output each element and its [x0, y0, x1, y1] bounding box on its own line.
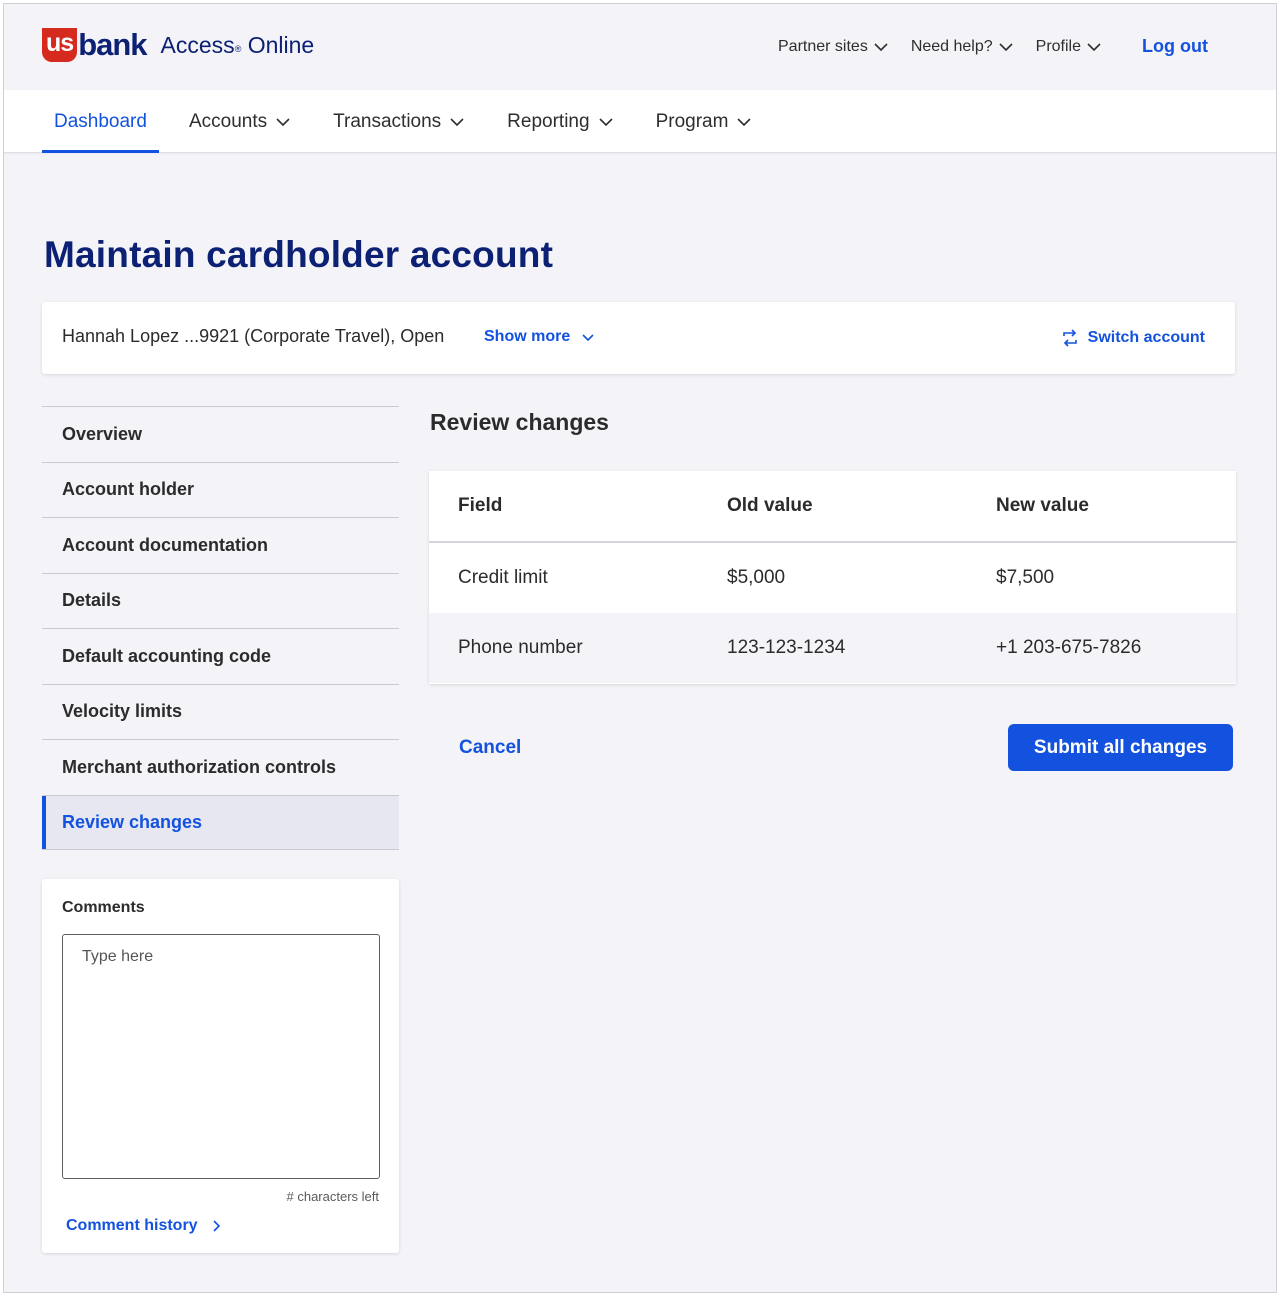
review-changes-heading: Review changes: [430, 409, 609, 435]
comment-history-label: Comment history: [66, 1217, 198, 1234]
submit-all-changes-button[interactable]: Submit all changes: [1008, 724, 1233, 771]
registered-mark: ®: [234, 44, 242, 54]
account-summary-bar: Hannah Lopez ...9921 (Corporate Travel),…: [42, 302, 1235, 374]
product-name: Access® Online: [161, 30, 315, 60]
nav-transactions[interactable]: Transactions: [321, 90, 477, 153]
table-cell-new-value: $7,500: [996, 567, 1055, 588]
side-item-default-accounting-code[interactable]: Default accounting code: [42, 628, 399, 684]
main-nav: Dashboard Accounts Transactions Reportin…: [4, 90, 1276, 153]
cancel-link[interactable]: Cancel: [459, 737, 521, 759]
side-item-review-changes[interactable]: Review changes: [42, 794, 399, 850]
need-help-menu[interactable]: Need help?: [911, 38, 1014, 56]
nav-dashboard-label: Dashboard: [54, 110, 147, 132]
product-name-main: Access: [160, 32, 235, 58]
utility-nav: Partner sites Need help? Profile Log out: [756, 36, 1208, 57]
table-row: Phone number 123-123-1234 +1 203-675-782…: [429, 613, 1236, 683]
top-header: us bank Access® Online Partner sites Nee…: [4, 4, 1276, 90]
review-changes-table: Field Old value New value Credit limit $…: [429, 471, 1236, 684]
nav-program[interactable]: Program: [644, 90, 765, 153]
comments-textarea[interactable]: [62, 934, 380, 1179]
nav-accounts[interactable]: Accounts: [177, 90, 303, 153]
switch-account-button[interactable]: Switch account: [1060, 328, 1205, 348]
product-name-suffix: Online: [247, 32, 315, 58]
comments-label: Comments: [62, 899, 145, 916]
side-item-account-holder[interactable]: Account holder: [42, 461, 399, 518]
table-row: Credit limit $5,000 $7,500: [429, 543, 1236, 613]
app-window: us bank Access® Online Partner sites Nee…: [3, 3, 1277, 1293]
side-item-details[interactable]: Details: [42, 572, 399, 629]
side-item-merchant-authorization-controls[interactable]: Merchant authorization controls: [42, 739, 399, 795]
show-more-label: Show more: [484, 328, 571, 345]
column-header-old-value: Old value: [727, 495, 813, 516]
table-cell-field: Credit limit: [458, 567, 548, 588]
chevron-down-icon: [1086, 39, 1102, 55]
chevron-down-icon: [598, 114, 614, 130]
comment-history-link[interactable]: Comment history: [66, 1217, 224, 1235]
table-header-row: Field Old value New value: [429, 471, 1236, 543]
chevron-down-icon: [998, 39, 1014, 55]
switch-arrows-icon: [1062, 329, 1077, 347]
table-cell-field: Phone number: [458, 637, 583, 658]
comments-card: Comments # characters left Comment histo…: [42, 879, 399, 1253]
account-summary-text: Hannah Lopez ...9921 (Corporate Travel),…: [62, 326, 445, 346]
logo-bank-text: bank: [78, 27, 147, 62]
nav-dashboard[interactable]: Dashboard: [42, 90, 159, 153]
need-help-label: Need help?: [910, 37, 993, 55]
page-title: Maintain cardholder account: [44, 234, 554, 275]
side-item-account-documentation[interactable]: Account documentation: [42, 517, 399, 573]
chevron-down-icon: [873, 39, 889, 55]
nav-transactions-label: Transactions: [333, 110, 442, 132]
chevron-down-icon: [580, 329, 596, 345]
chevron-down-icon: [449, 114, 465, 130]
partner-sites-menu[interactable]: Partner sites: [778, 38, 889, 56]
side-item-velocity-limits[interactable]: Velocity limits: [42, 683, 399, 740]
nav-reporting[interactable]: Reporting: [495, 90, 625, 153]
partner-sites-label: Partner sites: [778, 37, 868, 55]
chevron-right-icon: [208, 1218, 224, 1234]
logo-us-mark: us: [42, 28, 78, 62]
switch-account-label: Switch account: [1087, 329, 1205, 346]
show-more-button[interactable]: Show more: [484, 328, 596, 346]
characters-left-counter: # characters left: [286, 1189, 380, 1204]
logout-link[interactable]: Log out: [1142, 36, 1208, 57]
column-header-new-value: New value: [996, 495, 1089, 516]
section-side-nav: Overview Account holder Account document…: [42, 406, 399, 850]
chevron-down-icon: [275, 114, 291, 130]
column-header-field: Field: [458, 495, 503, 516]
side-item-overview[interactable]: Overview: [42, 406, 399, 462]
profile-menu[interactable]: Profile: [1036, 38, 1102, 56]
usbank-logo[interactable]: us bank Access® Online: [42, 28, 314, 62]
table-cell-new-value: +1 203-675-7826: [996, 637, 1142, 658]
nav-program-label: Program: [655, 110, 729, 132]
nav-accounts-label: Accounts: [188, 110, 268, 132]
profile-label: Profile: [1035, 37, 1082, 55]
nav-reporting-label: Reporting: [507, 110, 590, 132]
table-cell-old-value: 123-123-1234: [727, 637, 846, 658]
chevron-down-icon: [736, 114, 752, 130]
table-cell-old-value: $5,000: [727, 567, 786, 588]
